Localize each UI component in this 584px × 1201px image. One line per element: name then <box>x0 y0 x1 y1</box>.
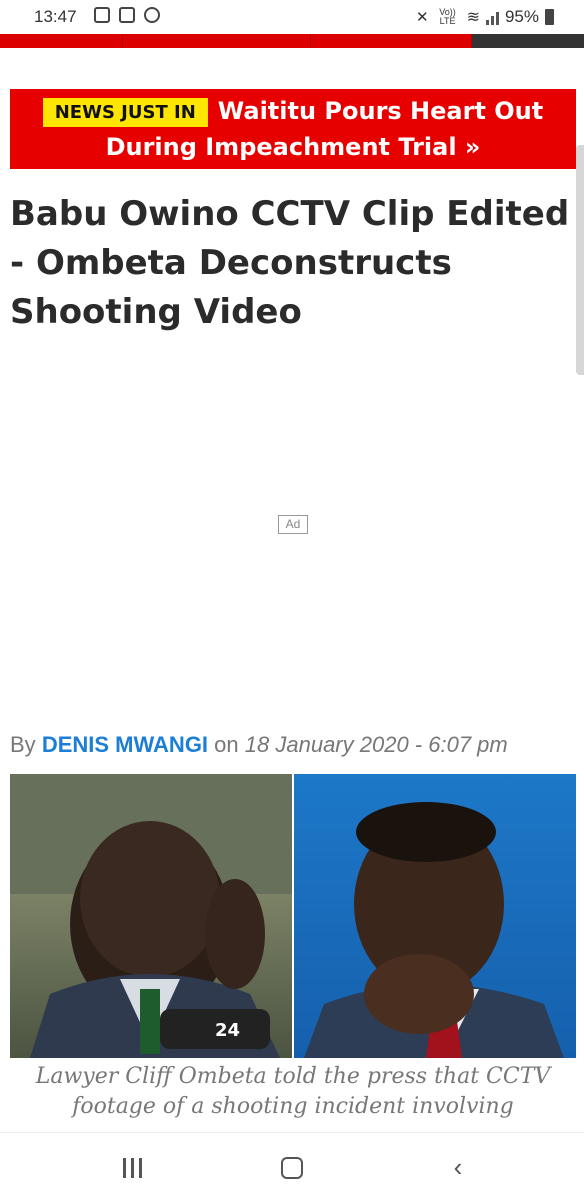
breaking-news-banner[interactable]: NEWS JUST IN Waititu Pours Heart Out Duri… <box>10 89 576 169</box>
nav-segment[interactable] <box>0 34 124 48</box>
mute-icon: ✕ <box>415 9 429 26</box>
battery-icon <box>545 9 554 25</box>
whatsapp-icon <box>144 7 160 23</box>
site-nav-strip <box>0 34 584 48</box>
nav-segment[interactable] <box>123 34 312 48</box>
publish-date: 18 January 2020 - 6:07 pm <box>244 732 508 757</box>
news-badge: NEWS JUST IN <box>42 97 208 127</box>
signal-icon <box>485 9 499 25</box>
byline: By DENIS MWANGI on 18 January 2020 - 6:0… <box>10 732 508 758</box>
instagram-icon <box>119 7 135 23</box>
breaking-headline-line2[interactable]: During Impeachment Trial » <box>10 133 576 161</box>
system-nav-bar: ‹ <box>0 1132 584 1201</box>
ad-label[interactable]: Ad <box>278 515 308 534</box>
back-icon[interactable]: ‹ <box>438 1154 478 1181</box>
wifi-icon: ≋ <box>466 9 480 26</box>
image-icon <box>94 7 110 23</box>
byline-on: on <box>214 732 239 757</box>
status-bar: 13:47 ✕ Vo)) LTE ≋ 95% <box>0 0 584 34</box>
photo-caption: Lawyer Cliff Ombeta told the press that … <box>35 1064 551 1119</box>
nav-segment[interactable] <box>311 34 472 48</box>
photo-right-babu-owino <box>294 774 576 1058</box>
battery-percent: 95% <box>504 7 539 26</box>
article-title: Babu Owino CCTV Clip Edited - Ombeta Dec… <box>10 194 570 332</box>
svg-text:24: 24 <box>215 1020 240 1041</box>
volte-label: Vo)) LTE <box>439 7 456 26</box>
photo-left-lawyer: 24 <box>10 774 292 1058</box>
page-scrollbar[interactable] <box>576 145 584 375</box>
recents-icon[interactable] <box>112 1155 152 1181</box>
nav-segment[interactable] <box>471 34 584 48</box>
status-time: 13:47 <box>34 7 77 26</box>
home-icon[interactable] <box>272 1155 312 1181</box>
breaking-headline-line1[interactable]: Waititu Pours Heart Out <box>218 97 543 125</box>
article-photo: 24 <box>10 774 576 1058</box>
author-link[interactable]: DENIS MWANGI <box>42 732 208 757</box>
byline-prefix: By <box>10 732 36 757</box>
